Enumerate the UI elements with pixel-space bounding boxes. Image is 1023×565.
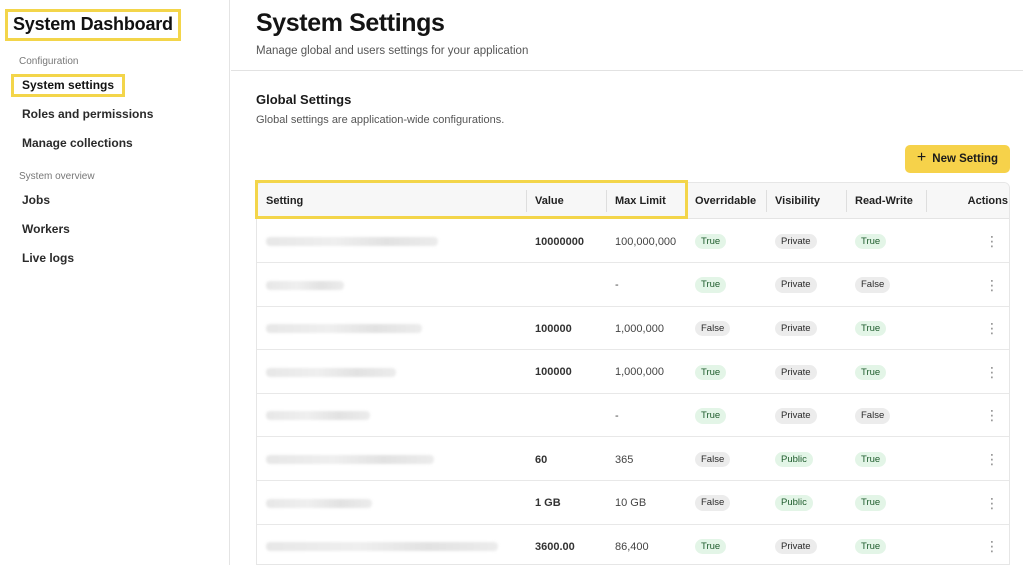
setting-value: 60 [535,453,548,466]
kebab-menu-icon[interactable]: ⋮ [985,351,999,394]
setting-name-cell [266,482,372,525]
column-header-max-limit[interactable]: Max Limit [615,183,666,219]
overridable-badge: True [695,364,727,381]
setting-name-cell [266,307,422,350]
visibility-badge: Public [775,495,813,511]
setting-name-cell [266,351,396,394]
column-header-read-write[interactable]: Read-Write [855,183,913,219]
setting-value: 10000000 [535,235,584,248]
table-row[interactable]: 1 GB 10 GB False Public True ⋮ [257,482,1009,525]
read-write-badge: True [855,495,887,511]
sidebar-item-live-logs[interactable]: Live logs [22,251,74,265]
kebab-menu-icon[interactable]: ⋮ [985,525,999,564]
redacted-setting-name [266,542,498,552]
page-subtitle: Manage global and users settings for you… [256,45,529,57]
column-header-value[interactable]: Value [535,183,564,219]
redacted-setting-name [266,498,372,508]
redacted-setting-name [266,237,438,246]
setting-name-cell [266,438,434,481]
new-setting-button[interactable]: + New Setting [905,145,1010,173]
table-row[interactable]: 100000 1,000,000 False Private True ⋮ [257,307,1009,351]
visibility-badge: Private [775,277,817,293]
sidebar-item-system-settings[interactable]: System settings [11,74,126,97]
kebab-menu-icon[interactable]: ⋮ [985,264,999,307]
kebab-menu-icon[interactable]: ⋮ [985,482,999,525]
read-write-badge: True [855,233,887,250]
redacted-setting-name [266,367,396,377]
sidebar-item-manage-collections[interactable]: Manage collections [22,136,133,150]
table-row[interactable]: 10000000 100,000,000 True Private True ⋮ [257,220,1009,263]
table-header: Setting Value Max Limit Overridable Visi… [257,183,1009,219]
visibility-badge: Private [775,408,817,424]
app-title: System Dashboard [5,9,181,41]
overridable-badge: True [695,233,727,250]
table-row[interactable]: 60 365 False Public True ⋮ [257,438,1009,481]
setting-max-limit: 1,000,000 [615,366,664,379]
read-write-badge: True [855,364,887,381]
setting-max-limit: 86,400 [615,540,649,553]
read-write-badge: True [855,320,887,337]
setting-max-limit: 365 [615,453,634,466]
setting-max-limit: 1,000,000 [615,322,664,335]
redacted-setting-name [266,411,370,421]
column-header-setting[interactable]: Setting [266,183,303,219]
redacted-setting-name [266,280,344,290]
kebab-menu-icon[interactable]: ⋮ [985,394,999,437]
setting-max-limit: - [615,279,619,292]
visibility-badge: Private [775,538,817,555]
column-header-visibility[interactable]: Visibility [775,183,820,219]
visibility-badge: Private [775,364,817,381]
sidebar-section-system-overview: System overview [19,171,95,182]
column-header-actions: Actions [967,195,1008,207]
setting-name-cell [266,394,370,437]
overridable-badge: True [695,277,727,293]
sidebar-item-roles-and-permissions[interactable]: Roles and permissions [22,107,153,121]
redacted-setting-name [266,455,434,464]
setting-name-cell [266,525,498,564]
overridable-badge: False [695,495,731,511]
overridable-badge: True [695,408,727,424]
table-row[interactable]: 100000 1,000,000 True Private True ⋮ [257,351,1009,394]
settings-table: Setting Value Max Limit Overridable Visi… [256,182,1010,565]
sidebar: System Dashboard Configuration System se… [0,0,230,565]
setting-value: 3600.00 [535,540,575,553]
header-divider [231,70,1023,71]
overridable-badge: False [695,320,731,337]
setting-name-cell [266,264,344,307]
global-settings-title: Global Settings [256,92,352,107]
setting-value: 100000 [535,322,572,335]
read-write-badge: True [855,451,887,468]
sidebar-section-configuration: Configuration [19,56,79,67]
redacted-setting-name [266,324,422,334]
sidebar-item-workers[interactable]: Workers [22,222,70,236]
setting-max-limit: - [615,409,619,422]
setting-max-limit: 10 GB [615,497,647,510]
kebab-menu-icon[interactable]: ⋮ [985,220,999,263]
read-write-badge: False [855,277,891,293]
table-row[interactable]: - True Private False ⋮ [257,264,1009,307]
visibility-badge: Public [775,451,813,468]
kebab-menu-icon[interactable]: ⋮ [985,438,999,481]
setting-value: 1 GB [535,497,561,510]
overridable-badge: True [695,538,727,555]
visibility-badge: Private [775,320,817,337]
global-settings-description: Global settings are application-wide con… [256,114,505,126]
read-write-badge: True [855,538,887,555]
new-setting-label: New Setting [932,153,999,165]
page-title: System Settings [256,9,445,37]
plus-icon: + [916,149,927,166]
main-content: System Settings Manage global and users … [231,0,1023,565]
kebab-menu-icon[interactable]: ⋮ [985,307,999,350]
read-write-badge: False [855,408,891,424]
setting-max-limit: 100,000,000 [615,235,677,248]
table-row[interactable]: 3600.00 86,400 True Private True ⋮ [257,525,1009,564]
column-header-overridable[interactable]: Overridable [695,183,756,219]
setting-value: 100000 [535,366,572,379]
setting-name-cell [266,220,438,263]
overridable-badge: False [695,451,731,468]
table-row[interactable]: - True Private False ⋮ [257,394,1009,438]
sidebar-item-jobs[interactable]: Jobs [22,193,50,207]
visibility-badge: Private [775,233,817,250]
